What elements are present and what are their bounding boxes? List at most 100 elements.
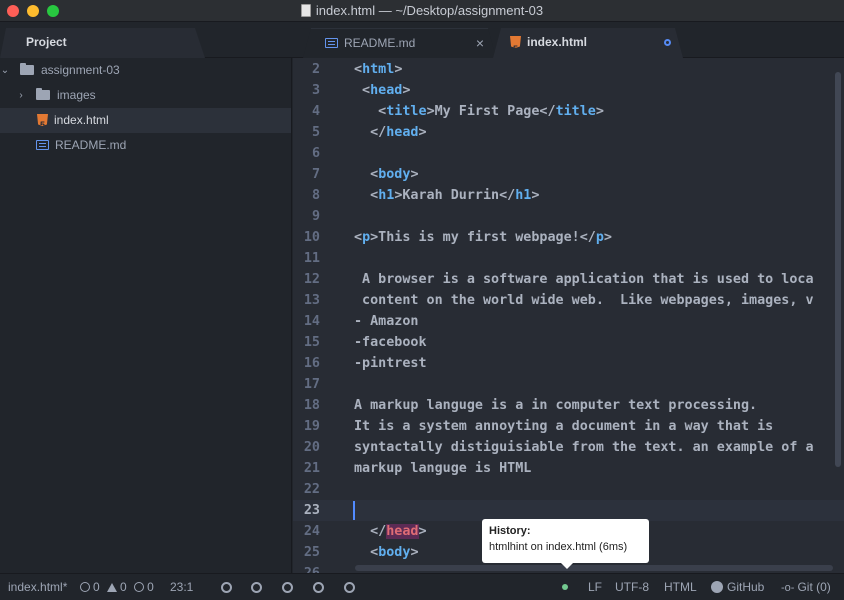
git-button[interactable]: -o- Git (0) [781, 574, 831, 600]
code-text: -facebook [354, 335, 427, 350]
code-text: </head> [354, 524, 427, 539]
tab-project-label: Project [26, 35, 67, 49]
status-file-name[interactable]: index.html* [8, 574, 67, 600]
modified-indicator-icon[interactable] [664, 39, 671, 46]
tab-readme-label: README.md [344, 36, 416, 50]
tab-index-label: index.html [527, 35, 588, 49]
tab-project[interactable]: Project [0, 28, 205, 58]
line-number: 3 [311, 83, 320, 98]
line-number: 25 [303, 545, 320, 560]
browser-opera-icon[interactable] [313, 574, 324, 600]
grammar-selector[interactable]: HTML [664, 574, 697, 600]
line-number: 11 [303, 251, 320, 266]
code-editor[interactable]: 2 <html> 3 <head> 4 <title>My First Page</t… [293, 58, 844, 573]
tooltip-text: htmlhint on index.html (6ms) [489, 541, 628, 553]
file-encoding[interactable]: UTF-8 [615, 574, 649, 600]
code-text: <head> [354, 83, 411, 98]
line-number: 23 [303, 503, 320, 518]
line-number: 18 [303, 398, 320, 413]
code-text: <html> [354, 62, 403, 77]
line-number: 8 [311, 188, 320, 203]
line-number: 17 [303, 377, 320, 392]
line-number: 4 [311, 104, 320, 119]
tree-item-index-html[interactable]: index.html [0, 108, 291, 133]
tree-item-label: README.md [55, 138, 127, 152]
html5-file-icon [37, 114, 48, 126]
tree-root-label: assignment-03 [41, 63, 120, 77]
code-text: markup languge is HTML [354, 461, 532, 476]
history-tooltip: History: htmlhint on index.html (6ms) [482, 519, 649, 569]
code-text: <body> [354, 167, 419, 182]
warning-icon [107, 583, 118, 592]
line-number: 13 [303, 293, 320, 308]
github-icon [711, 581, 723, 593]
markdown-file-icon [36, 140, 49, 150]
title-bar: index.html — ~/Desktop/assignment-03 [0, 0, 844, 22]
code-text: -pintrest [354, 356, 427, 371]
browser-edge-icon[interactable] [221, 574, 232, 600]
tree-root-folder[interactable]: ⌄ assignment-03 [0, 58, 291, 83]
line-number: 16 [303, 356, 320, 371]
code-text: A browser is a software application that… [354, 272, 814, 287]
code-text: </head> [354, 125, 427, 140]
folder-icon [36, 88, 50, 100]
tab-readme[interactable]: README.md × [303, 28, 496, 58]
line-number: 2 [311, 62, 320, 77]
tree-item-readme[interactable]: README.md [0, 133, 291, 158]
git-commit-icon: -o- [781, 582, 795, 594]
line-number: 10 [303, 230, 320, 245]
vertical-scrollbar[interactable] [835, 72, 841, 467]
linter-counts[interactable]: 0 0 0 [80, 574, 154, 600]
git-label: Git (0) [797, 580, 831, 594]
code-text: <p>This is my first webpage!</p> [354, 230, 612, 245]
html5-file-icon [510, 36, 521, 48]
text-cursor [353, 501, 355, 520]
markdown-file-icon [325, 38, 338, 48]
code-text: A markup languge is a in computer text p… [354, 398, 758, 413]
info-count: 0 [147, 580, 154, 594]
line-ending[interactable]: LF [588, 574, 602, 600]
code-text: - Amazon [354, 314, 419, 329]
code-text: <h1>Karah Durrin</h1> [354, 188, 540, 203]
line-number: 6 [311, 146, 320, 161]
line-number: 14 [303, 314, 320, 329]
code-text: content on the world wide web. Like webp… [354, 293, 814, 308]
tab-index-html[interactable]: index.html [493, 28, 683, 58]
close-icon[interactable]: × [476, 29, 484, 57]
github-label: GitHub [727, 580, 765, 594]
line-number: 7 [311, 167, 320, 182]
cursor-position[interactable]: 23:1 [170, 574, 193, 600]
code-line[interactable]: 23 [293, 500, 844, 521]
error-count: 0 [93, 580, 100, 594]
status-bar: index.html* 0 0 0 23:1 LF UTF-8 HTML Git… [0, 573, 844, 600]
line-number: 22 [303, 482, 320, 497]
tab-bar: Project README.md × index.html [0, 22, 844, 58]
code-text: syntactally distiguisiable from the text… [354, 440, 814, 455]
browser-safari-icon[interactable] [344, 574, 355, 600]
browser-firefox-icon[interactable] [282, 574, 293, 600]
line-number: 24 [303, 524, 320, 539]
linter-status-icon[interactable] [562, 574, 568, 600]
line-number: 20 [303, 440, 320, 455]
line-number: 26 [293, 563, 320, 573]
tree-item-images[interactable]: › images [0, 83, 291, 108]
chevron-right-icon: › [19, 90, 23, 101]
tooltip-title: History: [489, 525, 531, 537]
folder-icon [20, 63, 34, 75]
code-text: It is a system annoyting a document in a… [354, 419, 774, 434]
error-icon [80, 582, 90, 592]
project-tree: ⌄ assignment-03 › images index.html READ… [0, 58, 292, 573]
info-icon [134, 582, 145, 592]
line-number: 12 [303, 272, 320, 287]
tree-item-label: index.html [54, 113, 109, 127]
line-number: 15 [303, 335, 320, 350]
browser-chrome-icon[interactable] [251, 574, 262, 600]
horizontal-scrollbar[interactable] [355, 565, 833, 571]
github-button[interactable]: GitHub [711, 574, 764, 600]
chevron-down-icon: ⌄ [0, 65, 10, 76]
document-icon [300, 4, 311, 17]
line-number: 5 [311, 125, 320, 140]
code-text: <body> [354, 545, 419, 560]
tree-item-label: images [57, 88, 96, 102]
window-title-wrap: index.html — ~/Desktop/assignment-03 [0, 3, 844, 18]
